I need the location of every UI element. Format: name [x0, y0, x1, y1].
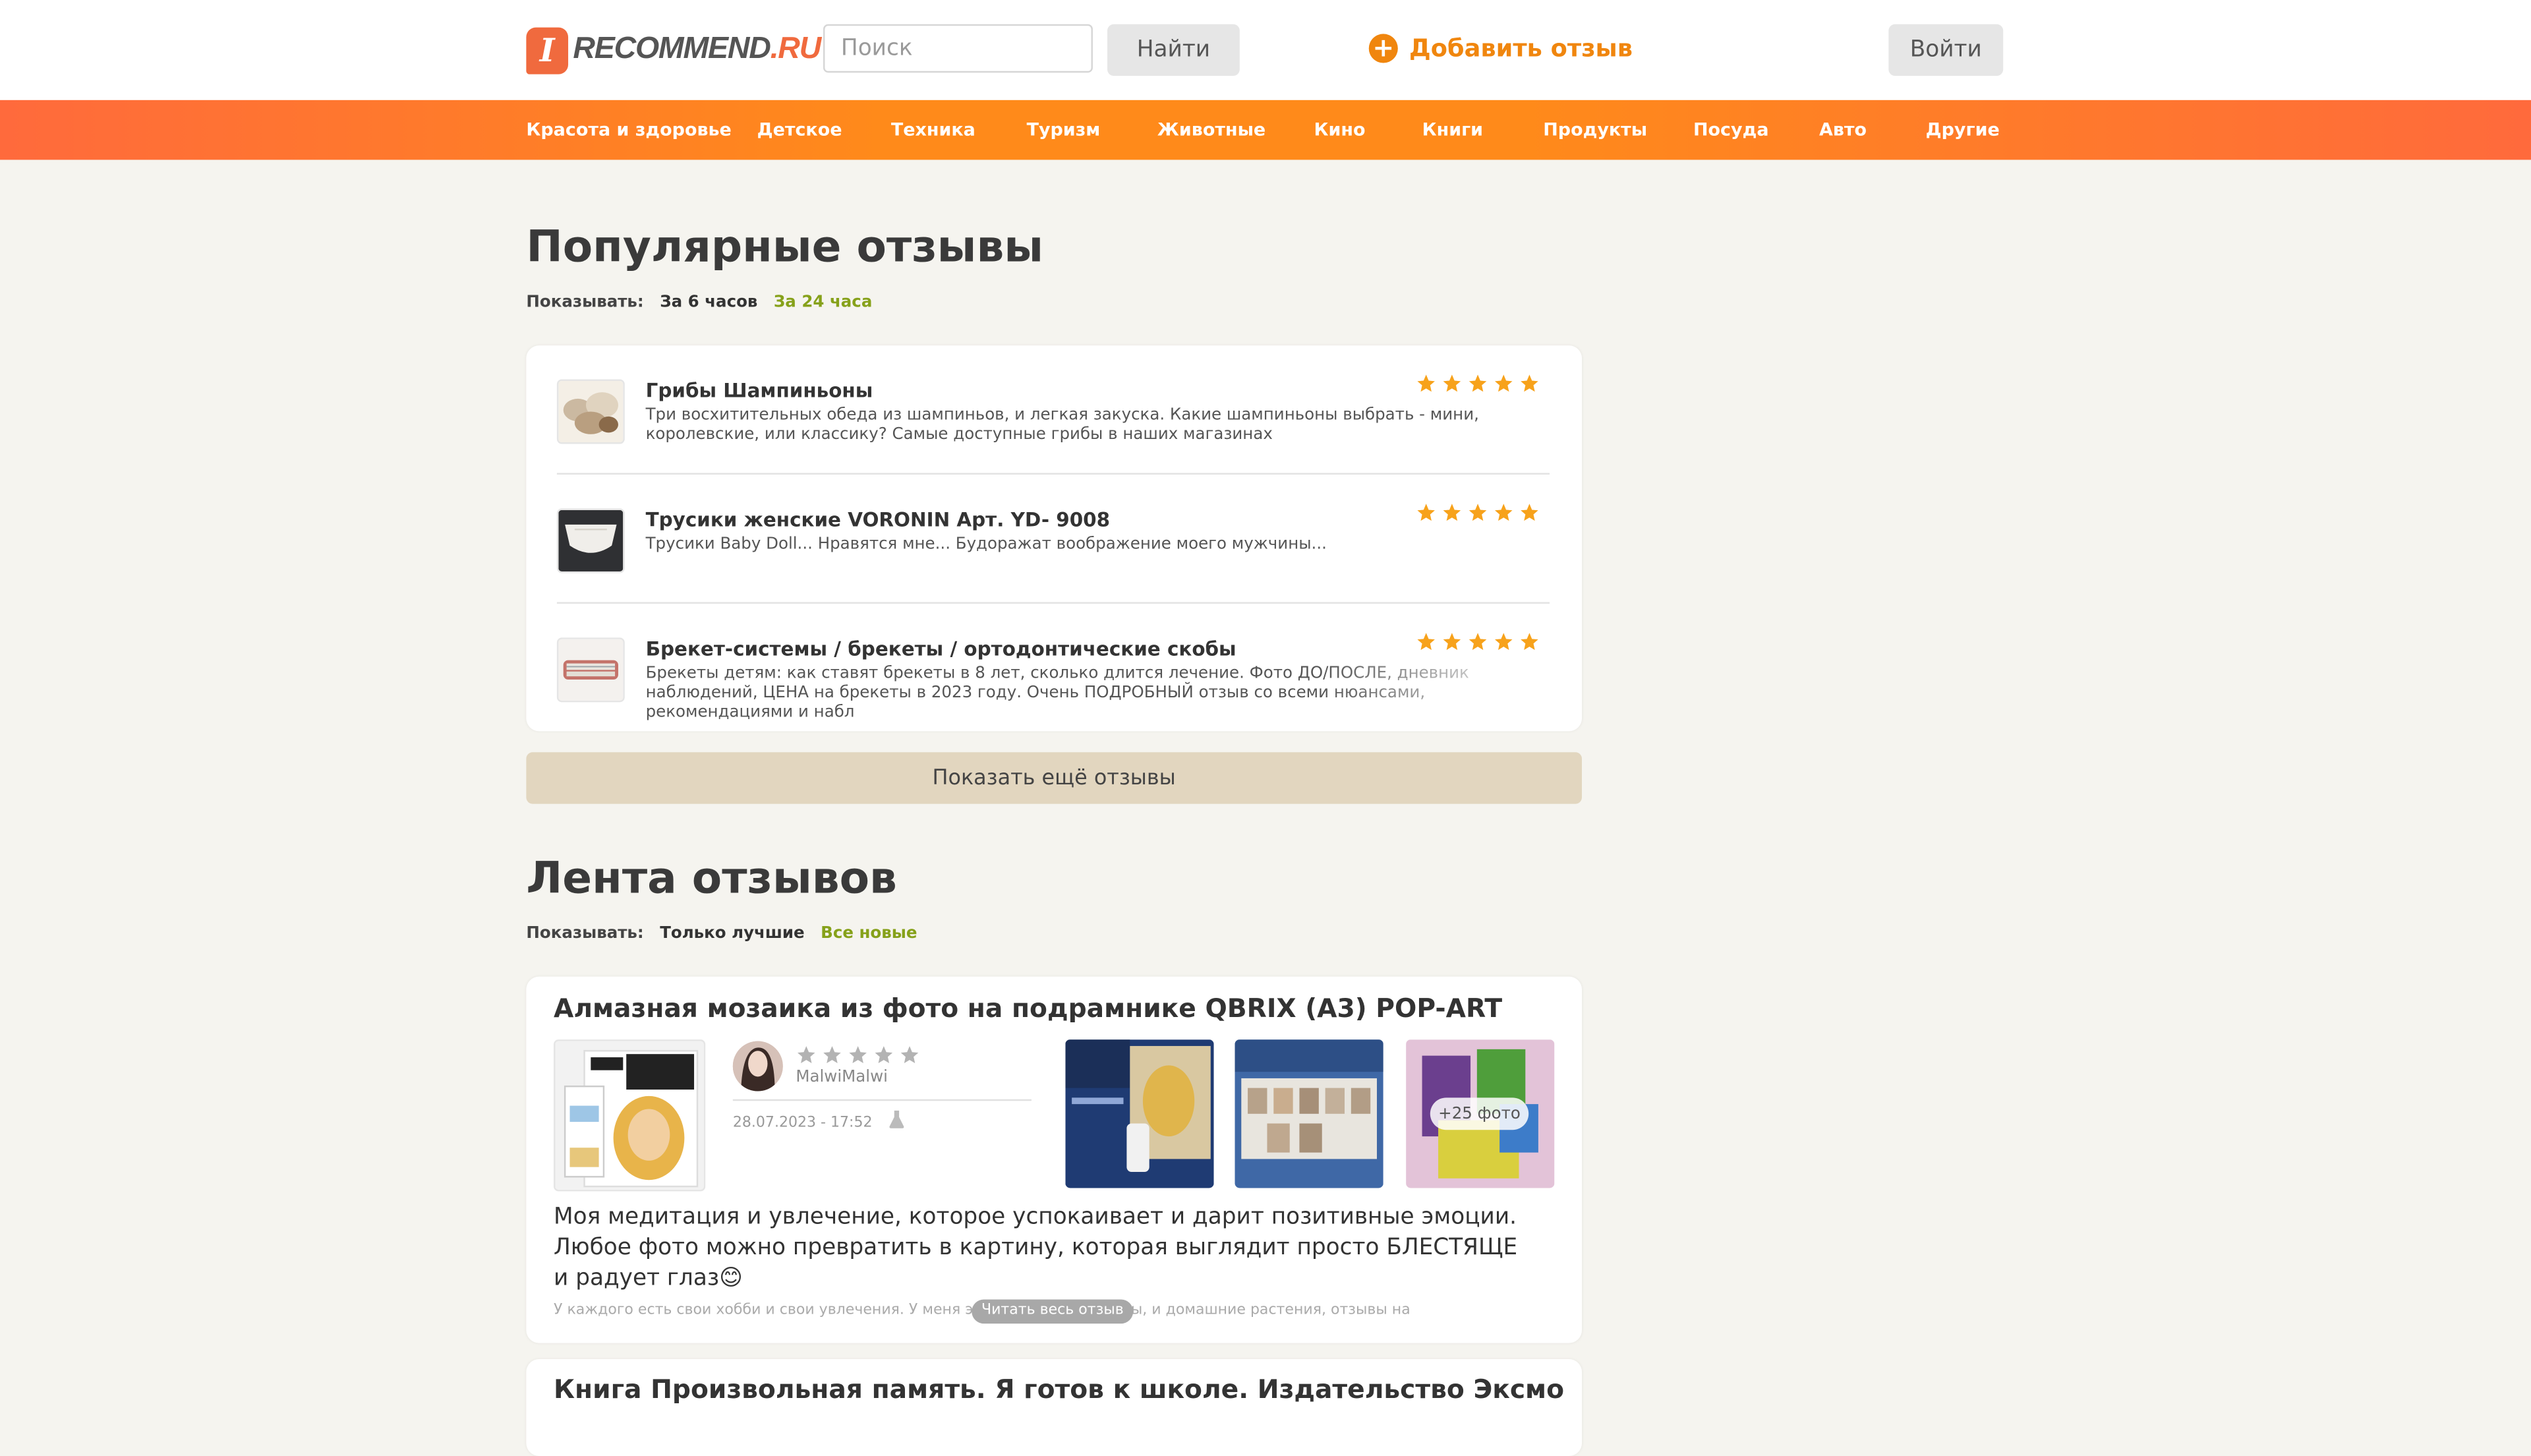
popular-filter-label: Показывать: [526, 293, 644, 312]
rating-stars [1416, 502, 1540, 523]
review-teaser[interactable]: Моя медитация и увлечение, которое успок… [554, 1203, 1522, 1295]
nav-item-tourism[interactable]: Туризм [1027, 100, 1101, 160]
top-bar: I RECOMMEND.RU Найти + Добавить отзыв Во… [0, 0, 2531, 100]
feed-filter: Показывать: Только лучшие Все новые [526, 925, 917, 943]
flask-icon [890, 1110, 905, 1128]
star-icon [1443, 633, 1461, 651]
filter-6h[interactable]: За 6 часов [660, 294, 757, 312]
review-photo[interactable]: +25 фото [1406, 1039, 1555, 1188]
nav-item-products[interactable]: Продукты [1543, 100, 1647, 160]
plus-icon: + [1368, 33, 1398, 63]
logo-tld: .RU [770, 32, 822, 67]
feed-review-card: Алмазная мозаика из фото на подрамнике Q… [526, 976, 1583, 1343]
review-date-text: 28.07.2023 - 17:52 [732, 1115, 873, 1132]
star-icon [1521, 374, 1538, 392]
filter-all-new[interactable]: Все новые [821, 925, 917, 943]
nav-item-auto[interactable]: Авто [1819, 100, 1867, 160]
site-logo[interactable]: I RECOMMEND.RU [526, 26, 821, 74]
add-review-link[interactable]: + Добавить отзыв [1368, 33, 1633, 63]
search-button[interactable]: Найти [1107, 24, 1240, 76]
popular-item-title[interactable]: Брекет-системы / брекеты / ортодонтическ… [646, 637, 1236, 660]
popular-item-text: Три восхитительных обеда из шампиньов, и… [645, 407, 1479, 444]
review-date: 28.07.2023 - 17:52 [732, 1110, 905, 1132]
underwear-thumbnail [556, 508, 625, 573]
nav-item-beauty[interactable]: Красота и здоровье [526, 100, 731, 160]
nav-item-other[interactable]: Другие [1926, 100, 2000, 160]
divider [556, 602, 1550, 604]
divider [732, 1099, 1032, 1101]
category-nav: Красота и здоровье Детское Техника Туриз… [0, 100, 2531, 160]
nav-item-cinema[interactable]: Кино [1314, 100, 1365, 160]
star-icon [1417, 374, 1435, 392]
show-more-button[interactable]: Показать ещё отзывы [526, 752, 1583, 804]
review-photo[interactable] [1235, 1039, 1383, 1188]
star-icon [1443, 374, 1461, 392]
star-icon [1521, 504, 1538, 521]
logo-text: RECOMMEND.RU [573, 32, 821, 68]
popular-card: Грибы Шампиньоны Три восхитительных обед… [526, 345, 1583, 732]
popular-item-text: Брекеты детям: как ставят брекеты в 8 ле… [645, 664, 1469, 722]
popular-item-title[interactable]: Грибы Шампиньоны [646, 380, 873, 402]
review-author[interactable]: MalwiMalwi [796, 1068, 888, 1086]
star-icon [1443, 504, 1461, 521]
star-icon [849, 1046, 867, 1064]
nav-item-tech[interactable]: Техника [891, 100, 975, 160]
popular-item[interactable]: Трусики женские VORONIN Арт. YD- 9008 Тр… [556, 508, 1550, 615]
filter-best[interactable]: Только лучшие [660, 925, 804, 943]
product-image[interactable] [554, 1039, 706, 1192]
popular-item[interactable]: Брекет-системы / брекеты / ортодонтическ… [556, 637, 1550, 744]
star-icon [798, 1046, 815, 1064]
feed-filter-label: Показывать: [526, 925, 644, 943]
star-icon [1494, 374, 1513, 392]
rating-stars [1416, 373, 1540, 394]
feed-title: Лента отзывов [526, 854, 897, 904]
more-photos-badge[interactable]: +25 фото [1430, 1097, 1529, 1130]
popular-filter: Показывать: За 6 часов За 24 часа [526, 294, 872, 312]
review-title[interactable]: Книга Произвольная память. Я готов к шко… [554, 1374, 1564, 1405]
star-icon [1417, 633, 1435, 651]
nav-item-books[interactable]: Книги [1422, 100, 1483, 160]
nav-item-kids[interactable]: Детское [757, 100, 842, 160]
feed-review-card: Книга Произвольная память. Я готов к шко… [526, 1359, 1583, 1456]
braces-thumbnail [556, 637, 625, 703]
read-full-review-button[interactable]: Читать весь отзыв [972, 1299, 1134, 1324]
nav-item-animals[interactable]: Животные [1157, 100, 1266, 160]
popular-item[interactable]: Грибы Шампиньоны Три восхитительных обед… [556, 379, 1550, 486]
rating-stars [1416, 631, 1540, 653]
logo-main: RECOMMEND [573, 32, 771, 67]
star-icon [1469, 374, 1487, 392]
popular-item-text: Трусики Baby Doll... Нравятся мне... Буд… [645, 536, 1327, 554]
page: I RECOMMEND.RU Найти + Добавить отзыв Во… [0, 0, 2531, 1456]
popular-title: Популярные отзывы [526, 222, 1044, 273]
star-icon [875, 1046, 893, 1064]
add-review-label: Добавить отзыв [1409, 34, 1633, 63]
star-icon [900, 1046, 919, 1064]
mushroom-thumbnail [556, 379, 625, 444]
popular-item-title[interactable]: Трусики женские VORONIN Арт. YD- 9008 [646, 508, 1110, 531]
search-input[interactable] [823, 24, 1093, 73]
star-icon [1521, 633, 1538, 651]
divider [556, 473, 1550, 475]
star-icon [1494, 504, 1513, 521]
nav-item-dishes[interactable]: Посуда [1693, 100, 1769, 160]
logo-badge-icon: I [526, 26, 569, 74]
star-icon [1494, 633, 1513, 651]
review-photo[interactable] [1065, 1039, 1214, 1188]
login-button[interactable]: Войти [1888, 24, 2004, 76]
filter-24h[interactable]: За 24 часа [774, 294, 872, 312]
star-icon [1417, 504, 1435, 521]
star-icon [823, 1046, 841, 1064]
rating-stars [796, 1045, 920, 1066]
star-icon [1469, 633, 1487, 651]
avatar[interactable] [732, 1041, 783, 1092]
star-icon [1469, 504, 1487, 521]
review-title[interactable]: Алмазная мозаика из фото на подрамнике Q… [554, 993, 1502, 1024]
